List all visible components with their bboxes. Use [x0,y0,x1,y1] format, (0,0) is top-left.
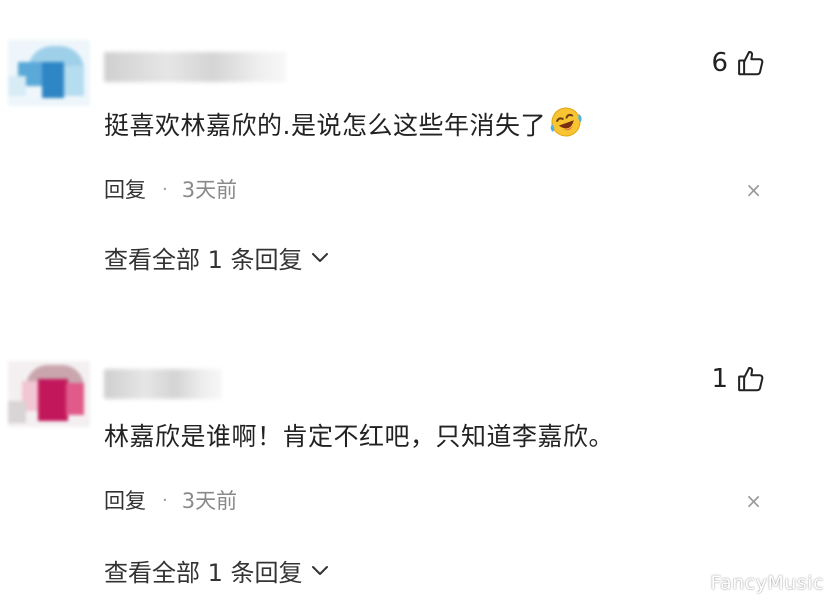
comment-body: 挺喜欢林嘉欣的.是说怎么这些年消失了 [104,111,546,140]
username-redacted[interactable] [104,369,222,399]
comment-time: 3天前 [181,178,238,202]
thumbs-up-icon[interactable] [736,48,766,78]
close-icon[interactable]: × [745,491,762,511]
meta-separator: · [162,489,168,511]
view-replies-button[interactable]: 查看全部 1 条回复 [104,240,329,275]
like-button[interactable]: 1 [711,362,766,396]
avatar[interactable] [8,40,90,106]
chevron-down-icon [311,565,329,577]
view-replies-button[interactable]: 查看全部 1 条回复 [104,553,329,588]
reply-button[interactable]: 回复 [104,174,146,204]
comment-item: 6 挺喜欢林嘉欣的.是说怎么这些年消失了 回复 · 3天前 × 查看全部 1 条… [0,0,836,300]
thumbs-up-icon[interactable] [736,364,766,394]
username-redacted[interactable] [104,52,286,82]
like-button[interactable]: 6 [711,46,766,80]
comment-text: 挺喜欢林嘉欣的.是说怎么这些年消失了 [104,104,584,150]
close-icon[interactable]: × [745,180,762,200]
view-replies-label: 查看全部 1 条回复 [104,559,303,587]
comment-meta: 回复 · 3天前 [104,485,237,515]
comment-text: 林嘉欣是谁啊！肯定不红吧，只知道李嘉欣。 [104,419,614,455]
comment-body: 林嘉欣是谁啊！肯定不红吧，只知道李嘉欣。 [104,422,615,451]
reply-button[interactable]: 回复 [104,485,146,515]
comment-item: 1 林嘉欣是谁啊！肯定不红吧，只知道李嘉欣。 回复 · 3天前 × 查看全部 1… [0,315,836,604]
meta-separator: · [162,178,168,200]
watermark: FancyMusic [710,572,824,594]
comment-time: 3天前 [181,489,238,513]
chevron-down-icon [311,252,329,264]
view-replies-label: 查看全部 1 条回复 [104,246,303,274]
avatar[interactable] [8,361,90,427]
laughing-tears-emoji-icon [548,104,584,150]
like-count: 1 [711,364,728,394]
comment-meta: 回复 · 3天前 [104,174,237,204]
like-count: 6 [711,48,728,78]
